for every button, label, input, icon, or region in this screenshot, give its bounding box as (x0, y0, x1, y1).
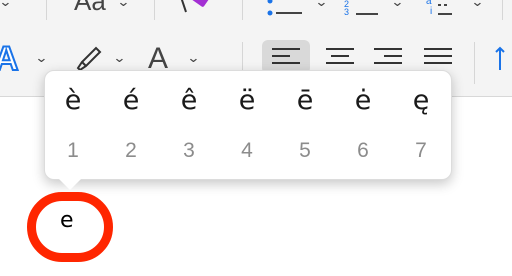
text-effects-button[interactable]: A (0, 39, 20, 79)
accent-shortcut-number: 3 (183, 139, 195, 162)
chevron-down-icon[interactable]: ⌄ (315, 0, 329, 10)
chevron-down-icon[interactable]: ⌄ (187, 50, 201, 66)
eraser-icon (180, 0, 210, 13)
align-center-icon (326, 48, 354, 64)
accent-character-menu: è é ê ë ē ė ę 1 2 3 4 5 6 7 (44, 70, 452, 190)
multilevel-list-icon (438, 4, 452, 15)
multilevel-list-button[interactable]: a i (418, 0, 458, 18)
popup-pointer (59, 179, 81, 190)
accent-shortcut-number: 4 (241, 139, 253, 162)
line-spacing-icon (495, 46, 505, 70)
chevron-down-icon[interactable]: ⌄ (113, 50, 127, 66)
align-center-button[interactable] (320, 40, 360, 74)
accent-option-1[interactable]: è (53, 85, 93, 116)
justify-button[interactable] (418, 40, 458, 74)
numbering-button[interactable]: 23 (342, 0, 382, 18)
typed-character[interactable]: e (60, 208, 74, 233)
align-right-icon (374, 48, 402, 64)
justify-icon (424, 48, 452, 64)
accent-option-2[interactable]: é (111, 85, 151, 116)
toolbar-divider (242, 0, 243, 20)
font-styles-button[interactable]: Aa (74, 0, 106, 17)
bullets-button[interactable] (264, 0, 304, 18)
accent-shortcut-number: 2 (125, 139, 137, 162)
toolbar-divider (154, 0, 155, 20)
toolbar-divider (474, 42, 475, 84)
chevron-down-icon[interactable]: ⌄ (35, 50, 49, 66)
accent-shortcut-number: 1 (67, 139, 79, 162)
chevron-down-icon[interactable]: ⌄ (0, 0, 12, 10)
toolbar-divider (46, 0, 47, 20)
accent-option-3[interactable]: ê (169, 85, 209, 116)
line-spacing-button[interactable] (492, 44, 512, 74)
align-left-button[interactable] (262, 40, 310, 74)
accent-option-7[interactable]: ę (401, 85, 441, 116)
chevron-down-icon[interactable]: ⌄ (471, 0, 485, 10)
chevron-down-icon[interactable]: ⌄ (117, 0, 131, 10)
chevron-down-icon[interactable]: ⌄ (391, 0, 405, 10)
accent-option-5[interactable]: ē (285, 85, 325, 116)
bulleted-list-icon (267, 0, 302, 16)
numbered-list-digits: 23 (344, 0, 350, 17)
accent-option-6[interactable]: ė (343, 85, 383, 116)
align-right-button[interactable] (368, 40, 408, 74)
accent-shortcut-number: 5 (299, 139, 311, 162)
accent-shortcut-number: 6 (357, 139, 369, 162)
toolbar-divider (502, 0, 503, 20)
align-left-icon (272, 48, 300, 64)
accent-option-4[interactable]: ë (227, 85, 267, 116)
clear-formatting-button[interactable] (178, 0, 214, 14)
accent-shortcut-number: 7 (415, 139, 427, 162)
